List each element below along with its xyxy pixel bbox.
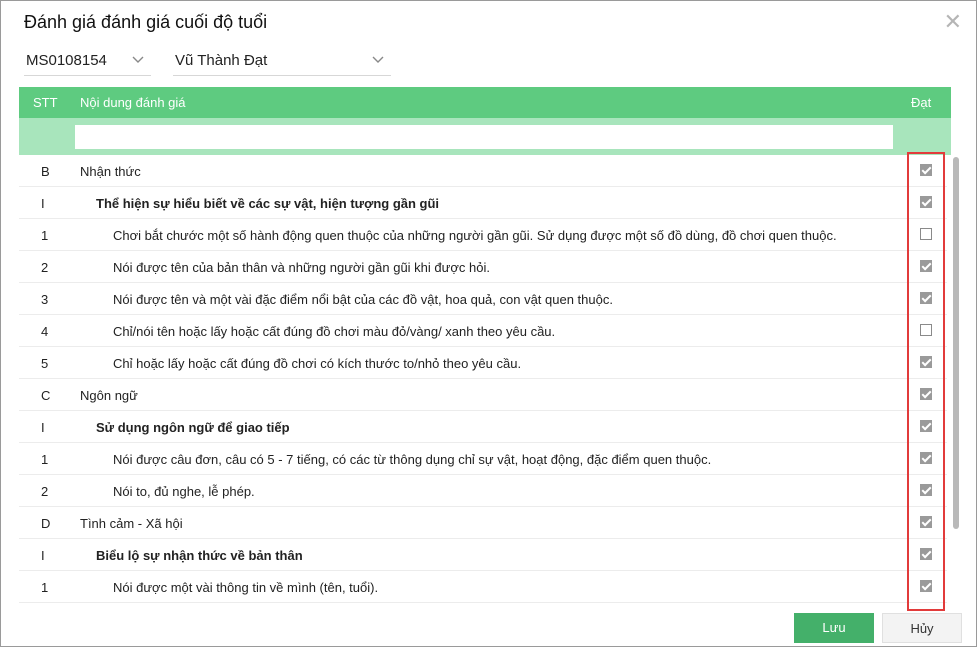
row-content: Thể hiện sự hiểu biết về các sự vật, hiệ… — [96, 196, 440, 211]
pass-checkbox[interactable] — [920, 452, 932, 464]
row-content: Chỉ/nói tên hoặc lấy hoặc cất đúng đồ ch… — [113, 324, 556, 339]
table-row: I Sử dụng ngôn ngữ để giao tiếp — [19, 411, 947, 443]
table-row: 2 Nói to, đủ nghe, lễ phép. — [19, 475, 947, 507]
header-content: Nội dung đánh giá — [80, 95, 186, 110]
row-content: Chỉ hoặc lấy hoặc cất đúng đồ chơi có kí… — [113, 356, 522, 371]
chevron-down-icon — [132, 56, 144, 63]
table-row: I Thể hiện sự hiểu biết về các sự vật, hi… — [19, 187, 947, 219]
table-row: 1 Nói được một vài thông tin về mình (tên… — [19, 571, 947, 603]
table-row: 3 Nói được tên và một vài đặc điểm nổi bậ… — [19, 283, 947, 315]
row-content: Biểu lộ sự nhận thức về bản thân — [96, 548, 303, 563]
row-stt: 3 — [41, 292, 49, 307]
row-content: Sử dụng ngôn ngữ để giao tiếp — [96, 420, 290, 435]
row-content: Nói được tên của bản thân và những người… — [113, 260, 490, 275]
row-stt: 2 — [41, 484, 49, 499]
pass-checkbox[interactable] — [920, 484, 932, 496]
pass-checkbox[interactable] — [920, 516, 932, 528]
row-content: Nhận thức — [80, 164, 141, 179]
save-button[interactable]: Lưu — [794, 613, 874, 643]
table-row: 4 Chỉ/nói tên hoặc lấy hoặc cất đúng đồ c… — [19, 315, 947, 347]
table-row: 5 Chỉ hoặc lấy hoặc cất đúng đồ chơi có k… — [19, 347, 947, 379]
table-row: I Biểu lộ sự nhận thức về bản thân — [19, 539, 947, 571]
row-content: Chơi bắt chước một số hành động quen thu… — [113, 228, 837, 243]
dialog-title: Đánh giá đánh giá cuối độ tuổi — [24, 12, 268, 32]
student-name-value: Vũ Thành Đạt — [175, 52, 268, 69]
content-filter-input[interactable] — [75, 125, 893, 149]
cancel-button[interactable]: Hủy — [882, 613, 962, 643]
student-id-value: MS0108154 — [26, 52, 107, 69]
pass-checkbox[interactable] — [920, 292, 932, 304]
row-stt: I — [41, 196, 45, 211]
row-stt: 1 — [41, 228, 49, 243]
pass-checkbox[interactable] — [920, 228, 932, 240]
pass-checkbox[interactable] — [920, 580, 932, 592]
row-stt: C — [41, 388, 51, 403]
vertical-scrollbar[interactable] — [951, 155, 961, 605]
row-stt: I — [41, 420, 45, 435]
filter-row — [19, 118, 951, 155]
row-content: Nói được một vài thông tin về mình (tên,… — [113, 580, 379, 595]
table-row: D Tình cảm - Xã hội — [19, 507, 947, 539]
pass-checkbox[interactable] — [920, 324, 932, 336]
row-content: Nói được câu đơn, câu có 5 - 7 tiếng, có… — [113, 452, 712, 467]
scrollbar-thumb[interactable] — [953, 157, 959, 529]
pass-checkbox[interactable] — [920, 420, 932, 432]
header-stt: STT — [33, 95, 58, 110]
row-stt: B — [41, 164, 50, 179]
student-name-select[interactable]: Vũ Thành Đạt — [173, 47, 391, 76]
table-row: B Nhận thức — [19, 155, 947, 187]
pass-checkbox[interactable] — [920, 388, 932, 400]
header-pass: Đạt — [911, 95, 932, 110]
table-row: C Ngôn ngữ — [19, 379, 947, 411]
pass-checkbox[interactable] — [920, 164, 932, 176]
row-stt: 2 — [41, 260, 49, 275]
table-header: STT Nội dung đánh giá Đạt — [19, 87, 951, 118]
row-stt: D — [41, 516, 51, 531]
pass-checkbox[interactable] — [920, 260, 932, 272]
row-content: Tình cảm - Xã hội — [80, 516, 183, 531]
close-icon[interactable]: ✕ — [944, 11, 962, 33]
row-content: Ngôn ngữ — [80, 388, 138, 403]
pass-checkbox[interactable] — [920, 196, 932, 208]
table-row: 1 Chơi bắt chước một số hành động quen th… — [19, 219, 947, 251]
pass-checkbox[interactable] — [920, 548, 932, 560]
row-stt: I — [41, 548, 45, 563]
row-stt: 5 — [41, 356, 49, 371]
row-stt: 1 — [41, 580, 49, 595]
row-content: Nói to, đủ nghe, lễ phép. — [113, 484, 255, 499]
chevron-down-icon — [372, 56, 384, 63]
pass-checkbox[interactable] — [920, 356, 932, 368]
row-stt: 4 — [41, 324, 49, 339]
row-stt: 1 — [41, 452, 49, 467]
table-row: 2 Nói được tên của bản thân và những ngư… — [19, 251, 947, 283]
table-body: B Nhận thức I Thể hiện sự hiểu biết về các … — [19, 155, 947, 605]
row-content: Nói được tên và một vài đặc điểm nổi bật… — [113, 292, 613, 307]
table-row: 1 Nói được câu đơn, câu có 5 - 7 tiếng, c… — [19, 443, 947, 475]
student-id-select[interactable]: MS0108154 — [24, 47, 151, 76]
evaluation-dialog: Đánh giá đánh giá cuối độ tuổi ✕ MS01081… — [0, 0, 977, 647]
